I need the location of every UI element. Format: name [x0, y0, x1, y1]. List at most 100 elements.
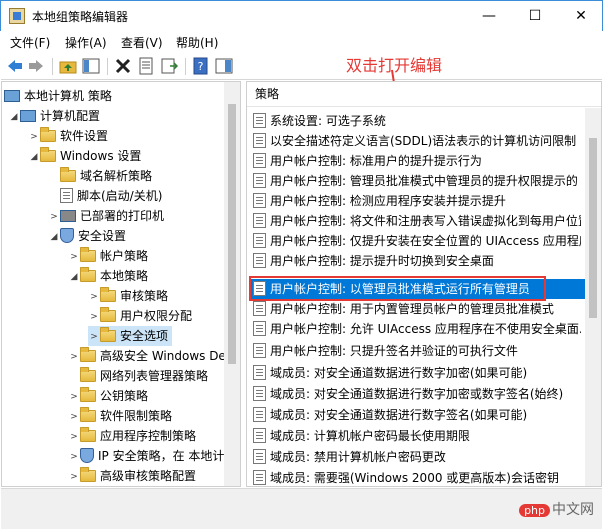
delete-icon[interactable]	[114, 57, 132, 75]
policy-icon	[253, 386, 266, 401]
maximize-button[interactable]: ☐	[512, 1, 558, 31]
policy-row[interactable]: 域成员: 需要强(Windows 2000 或更高版本)会话密钥	[253, 468, 581, 486]
chevron-down-icon[interactable]: ◢	[8, 107, 20, 127]
show-hide-tree-icon[interactable]	[82, 57, 100, 75]
tree-scrollbar-thumb[interactable]	[228, 104, 236, 364]
menu-file[interactable]: 文件(F)	[10, 34, 50, 51]
chevron-right-icon[interactable]: >	[68, 447, 80, 467]
tree-item-ip-security[interactable]: > IP 安全策略，在 本地计	[68, 446, 224, 466]
policy-row[interactable]: 系统设置: 可选子系统	[253, 111, 581, 131]
policy-icon	[253, 365, 266, 380]
view-pane-icon[interactable]	[215, 57, 233, 75]
policy-icon	[253, 253, 266, 268]
policy-icon	[253, 213, 266, 228]
watermark-text: 中文网	[552, 502, 594, 518]
tree-item-network-list-manager[interactable]: 网络列表管理器策略	[68, 366, 208, 386]
script-icon	[60, 188, 73, 203]
policy-row[interactable]: 域成员: 对安全通道数据进行数字加密或数字签名(始终)	[253, 384, 581, 404]
tree-item-app-control-policies[interactable]: > 应用程序控制策略	[68, 426, 196, 446]
policy-label: 用户帐户控制: 只提升签名并验证的可执行文件	[270, 344, 518, 358]
policy-column-header[interactable]: 策略	[247, 82, 601, 107]
policy-row[interactable]: 以安全描述符定义语言(SDDL)语法表示的计算机访问限制	[253, 131, 581, 151]
help-icon[interactable]: ?	[192, 57, 210, 75]
chevron-right-icon[interactable]: >	[88, 327, 100, 347]
policy-row[interactable]: 用户帐户控制: 提示提升时切换到安全桌面	[253, 251, 581, 271]
back-arrow-icon[interactable]	[6, 57, 24, 75]
folder-icon	[80, 426, 96, 442]
policy-row[interactable]: 用户帐户控制: 检测应用程序安装并提示提升	[253, 191, 581, 211]
policy-row[interactable]: 域成员: 禁用计算机帐户密码更改	[253, 447, 581, 467]
chevron-right-icon[interactable]: >	[68, 247, 80, 267]
tree-label: 安全选项	[120, 329, 169, 343]
policy-row[interactable]: 用户帐户控制: 仅提升安装在安全位置的 UIAccess 应用程序	[253, 231, 581, 251]
properties-icon[interactable]	[137, 57, 155, 75]
tree-item-software-settings[interactable]: > 软件设置	[28, 126, 108, 146]
tree-item-user-rights-assignment[interactable]: > 用户权限分配	[88, 306, 192, 326]
tree-item-windows-settings[interactable]: ◢ Windows 设置	[28, 146, 141, 166]
tree-item-computer-config[interactable]: ◢ 计算机配置	[8, 106, 100, 126]
tree-label: 高级审核策略配置	[100, 469, 197, 483]
chevron-down-icon[interactable]: ◢	[28, 147, 40, 167]
folder-icon	[40, 126, 56, 142]
export-list-icon[interactable]	[160, 57, 178, 75]
forward-arrow-icon[interactable]	[27, 57, 45, 75]
policy-row[interactable]: 域成员: 对安全通道数据进行数字签名(如果可能)	[253, 405, 581, 425]
toolbar-separator	[52, 58, 53, 75]
tree-item-public-key-policies[interactable]: > 公钥策略	[68, 386, 148, 406]
tree-item-windows-firewall[interactable]: > 高级安全 Windows De	[68, 346, 226, 366]
tree-item-account-policies[interactable]: > 帐户策略	[68, 246, 148, 266]
folder-icon	[80, 266, 96, 282]
chevron-right-icon[interactable]: >	[88, 287, 100, 307]
tree-item-security-settings[interactable]: ◢ 安全设置	[48, 226, 126, 246]
chevron-right-icon[interactable]: >	[48, 207, 60, 227]
status-bar: php 中文网	[1, 488, 602, 529]
tree-item-local-policies[interactable]: ◢ 本地策略	[68, 266, 148, 286]
tree-item-local-computer-policy[interactable]: 本地计算机 策略	[4, 86, 112, 106]
close-button[interactable]: ✕	[558, 1, 603, 31]
tree-item-name-resolution-policy[interactable]: 域名解析策略	[48, 166, 152, 186]
policy-row[interactable]: 域成员: 计算机帐户密码最长使用期限	[253, 426, 581, 446]
policy-row[interactable]: 用户帐户控制: 将文件和注册表写入错误虚拟化到每用户位置	[253, 211, 581, 231]
tree-scrollbar[interactable]	[224, 82, 240, 486]
chevron-down-icon[interactable]: ◢	[48, 227, 60, 247]
policy-row[interactable]: 用户帐户控制: 只提升签名并验证的可执行文件	[253, 341, 581, 361]
policy-label: 用户帐户控制: 检测应用程序安装并提示提升	[270, 194, 506, 208]
tree-item-audit-policy[interactable]: > 审核策略	[88, 286, 168, 306]
chevron-right-icon[interactable]: >	[68, 387, 80, 407]
policy-scrollbar-thumb[interactable]	[589, 138, 597, 318]
tree-item-deployed-printers[interactable]: > 已部署的打印机	[48, 206, 164, 226]
chevron-right-icon[interactable]: >	[88, 307, 100, 327]
tree-item-software-restriction[interactable]: > 软件限制策略	[68, 406, 172, 426]
tree-item-scripts[interactable]: 脚本(启动/关机)	[48, 186, 162, 206]
policy-label: 用户帐户控制: 仅提升安装在安全位置的 UIAccess 应用程序	[270, 234, 581, 248]
policy-row[interactable]: 用户帐户控制: 管理员批准模式中管理员的提升权限提示的	[253, 171, 581, 191]
folder-icon	[40, 146, 56, 162]
chevron-right-icon[interactable]: >	[68, 427, 80, 447]
chevron-right-icon[interactable]: >	[68, 407, 80, 427]
chevron-right-icon[interactable]: >	[28, 127, 40, 147]
policy-icon	[253, 449, 266, 464]
menu-help[interactable]: 帮助(H)	[176, 34, 218, 51]
policy-scrollbar[interactable]	[585, 108, 601, 486]
policy-icon	[253, 301, 266, 316]
policy-row[interactable]: 用户帐户控制: 用于内置管理员帐户的管理员批准模式	[253, 299, 581, 319]
computer-icon	[4, 89, 20, 102]
tree-item-advanced-audit[interactable]: > 高级审核策略配置	[68, 466, 196, 486]
menu-action[interactable]: 操作(A)	[65, 34, 107, 51]
up-folder-icon[interactable]	[59, 57, 77, 75]
folder-icon	[100, 286, 116, 302]
policy-row[interactable]: 域成员: 对安全通道数据进行数字加密(如果可能)	[253, 363, 581, 383]
policy-label: 用户帐户控制: 允许 UIAccess 应用程序在不使用安全桌面...	[270, 322, 581, 336]
policy-row[interactable]: 用户帐户控制: 允许 UIAccess 应用程序在不使用安全桌面...	[253, 319, 581, 339]
chevron-right-icon[interactable]: >	[68, 467, 80, 487]
folder-icon	[80, 366, 96, 382]
minimize-button[interactable]: —	[466, 1, 512, 31]
tree-label: 公钥策略	[100, 389, 149, 403]
tree-label: 用户权限分配	[120, 309, 193, 323]
policy-label: 用户帐户控制: 提示提升时切换到安全桌面	[270, 254, 494, 268]
policy-row[interactable]: 用户帐户控制: 标准用户的提升提示行为	[253, 151, 581, 171]
menu-view[interactable]: 查看(V)	[121, 34, 163, 51]
chevron-right-icon[interactable]: >	[68, 347, 80, 367]
chevron-down-icon[interactable]: ◢	[68, 267, 80, 287]
tree-item-security-options[interactable]: > 安全选项	[88, 326, 173, 347]
